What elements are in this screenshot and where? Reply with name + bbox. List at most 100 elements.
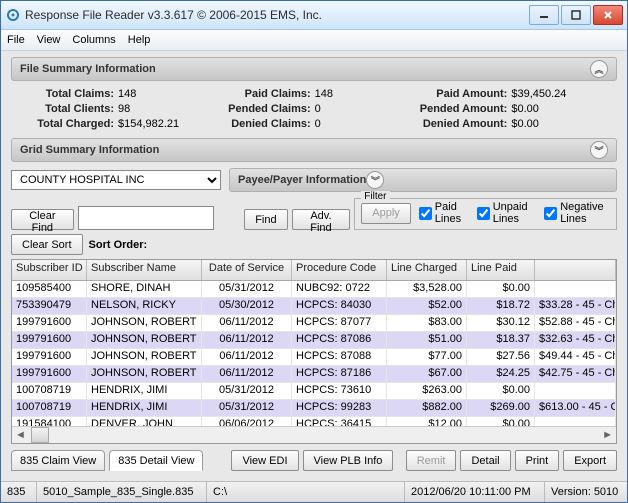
expand-icon[interactable]: ︾ [366,171,384,189]
cell: 06/11/2012 [202,366,292,382]
payee-header[interactable]: Payee/Payer Information ︾ [229,168,617,192]
statusbar: 835 5010_Sample_835_Single.835 C:\ 2012/… [1,481,627,502]
cell: NELSON, RICKY [87,298,202,314]
cell: $12.00 [387,417,467,426]
total-clients-value: 98 [118,102,130,117]
cell: $0.00 [467,383,535,399]
table-row[interactable]: 199791600JOHNSON, ROBERT06/11/2012HCPCS:… [12,315,616,332]
grid-body[interactable]: 109585400SHORE, DINAH05/31/2012NUBC92: 0… [12,281,616,426]
table-row[interactable]: 753390479NELSON, RICKY05/30/2012HCPCS: 8… [12,298,616,315]
negative-lines-checkbox[interactable]: Negative Lines [544,201,610,225]
denied-amount-value: $0.00 [511,117,539,132]
find-input[interactable] [78,206,214,230]
cell: 109585400 [12,281,87,297]
export-button[interactable]: Export [563,450,617,471]
clear-find-button[interactable]: Clear Find [11,209,74,230]
paid-lines-checkbox[interactable]: Paid Lines [419,201,469,225]
col-line-paid[interactable]: Line Paid [467,260,535,280]
cell: 199791600 [12,366,87,382]
cell: 06/11/2012 [202,332,292,348]
filter-legend: Filter [361,191,389,202]
denied-amount-label: Denied Amount: [412,117,507,132]
table-row[interactable]: 199791600JOHNSON, ROBERT06/11/2012HCPCS:… [12,349,616,366]
view-plb-button[interactable]: View PLB Info [303,450,394,471]
scroll-left-icon[interactable]: ◄ [12,429,29,441]
menubar: File View Columns Help [1,30,627,51]
view-edi-button[interactable]: View EDI [231,450,298,471]
expand-icon[interactable]: ︾ [590,141,608,159]
col-subscriber-name[interactable]: Subscriber Name [87,260,202,280]
cell: $0.00 [467,281,535,297]
paid-claims-value: 148 [315,87,333,102]
collapse-icon[interactable]: ︽ [590,60,608,78]
unpaid-lines-checkbox[interactable]: Unpaid Lines [477,201,536,225]
cell: 05/31/2012 [202,400,292,416]
cell: 199791600 [12,349,87,365]
grid-summary-header[interactable]: Grid Summary Information ︾ [11,138,617,162]
scroll-thumb[interactable] [31,427,49,443]
grid-summary-title: Grid Summary Information [20,144,159,156]
remit-button[interactable]: Remit [406,450,457,471]
cell: 100708719 [12,383,87,399]
scroll-right-icon[interactable]: ► [599,429,616,441]
table-row[interactable]: 191584100DENVER, JOHN06/06/2012HCPCS: 36… [12,417,616,426]
cell: $83.00 [387,315,467,331]
status-version: Version: 5010 [545,482,627,502]
cell: $49.44 - 45 - Charge exce [535,349,616,365]
col-extra[interactable] [535,260,616,280]
adv-find-button[interactable]: Adv. Find [292,209,351,230]
cell: $52.00 [387,298,467,314]
apply-filter-button[interactable]: Apply [361,203,411,224]
client-area: File Summary Information ︽ Total Claims:… [1,51,627,481]
tab-835-claim-view[interactable]: 835 Claim View [11,450,105,471]
status-file: 5010_Sample_835_Single.835 [37,482,207,502]
print-button[interactable]: Print [515,450,560,471]
cell: $3,528.00 [387,281,467,297]
col-procedure-code[interactable]: Procedure Code [292,260,387,280]
total-clients-label: Total Clients: [19,102,114,117]
cell [535,281,616,297]
menu-help[interactable]: Help [128,34,151,46]
cell: $18.37 [467,332,535,348]
cell: $882.00 [387,400,467,416]
titlebar: Response File Reader v3.3.617 © 2006-201… [1,1,627,30]
cell: DENVER, JOHN [87,417,202,426]
file-summary-header[interactable]: File Summary Information ︽ [11,57,617,81]
file-summary-body: Total Claims:148 Total Clients:98 Total … [11,85,617,138]
col-line-charged[interactable]: Line Charged [387,260,467,280]
cell: 06/11/2012 [202,315,292,331]
menu-file[interactable]: File [7,34,25,46]
find-button[interactable]: Find [244,209,287,230]
col-date-of-service[interactable]: Date of Service [202,260,292,280]
cell: HCPCS: 84030 [292,298,387,314]
cell: HCPCS: 87077 [292,315,387,331]
cell: 06/06/2012 [202,417,292,426]
payee-combo[interactable]: COUNTY HOSPITAL INC [11,170,221,190]
cell: $263.00 [387,383,467,399]
grid-hscroll[interactable]: ◄ ► [12,426,616,443]
maximize-button[interactable] [561,5,591,25]
table-row[interactable]: 199791600JOHNSON, ROBERT06/11/2012HCPCS:… [12,366,616,383]
minimize-button[interactable] [529,5,559,25]
table-row[interactable]: 100708719HENDRIX, JIMI05/31/2012HCPCS: 9… [12,400,616,417]
cell: 05/30/2012 [202,298,292,314]
detail-button[interactable]: Detail [460,450,510,471]
status-path: C:\ [207,482,405,502]
cell: JOHNSON, ROBERT [87,315,202,331]
table-row[interactable]: 109585400SHORE, DINAH05/31/2012NUBC92: 0… [12,281,616,298]
denied-claims-label: Denied Claims: [216,117,311,132]
table-row[interactable]: 199791600JOHNSON, ROBERT06/11/2012HCPCS:… [12,332,616,349]
cell: HENDRIX, JIMI [87,400,202,416]
menu-view[interactable]: View [37,34,61,46]
tab-835-detail-view[interactable]: 835 Detail View [109,450,203,471]
clear-sort-button[interactable]: Clear Sort [11,234,83,255]
cell: $51.00 [387,332,467,348]
table-row[interactable]: 100708719HENDRIX, JIMI05/31/2012HCPCS: 7… [12,383,616,400]
cell: JOHNSON, ROBERT [87,366,202,382]
cell: HCPCS: 87086 [292,332,387,348]
close-button[interactable] [593,5,623,25]
col-subscriber-id[interactable]: Subscriber ID [12,260,87,280]
status-code: 835 [1,482,37,502]
menu-columns[interactable]: Columns [72,34,115,46]
cell: $30.12 [467,315,535,331]
